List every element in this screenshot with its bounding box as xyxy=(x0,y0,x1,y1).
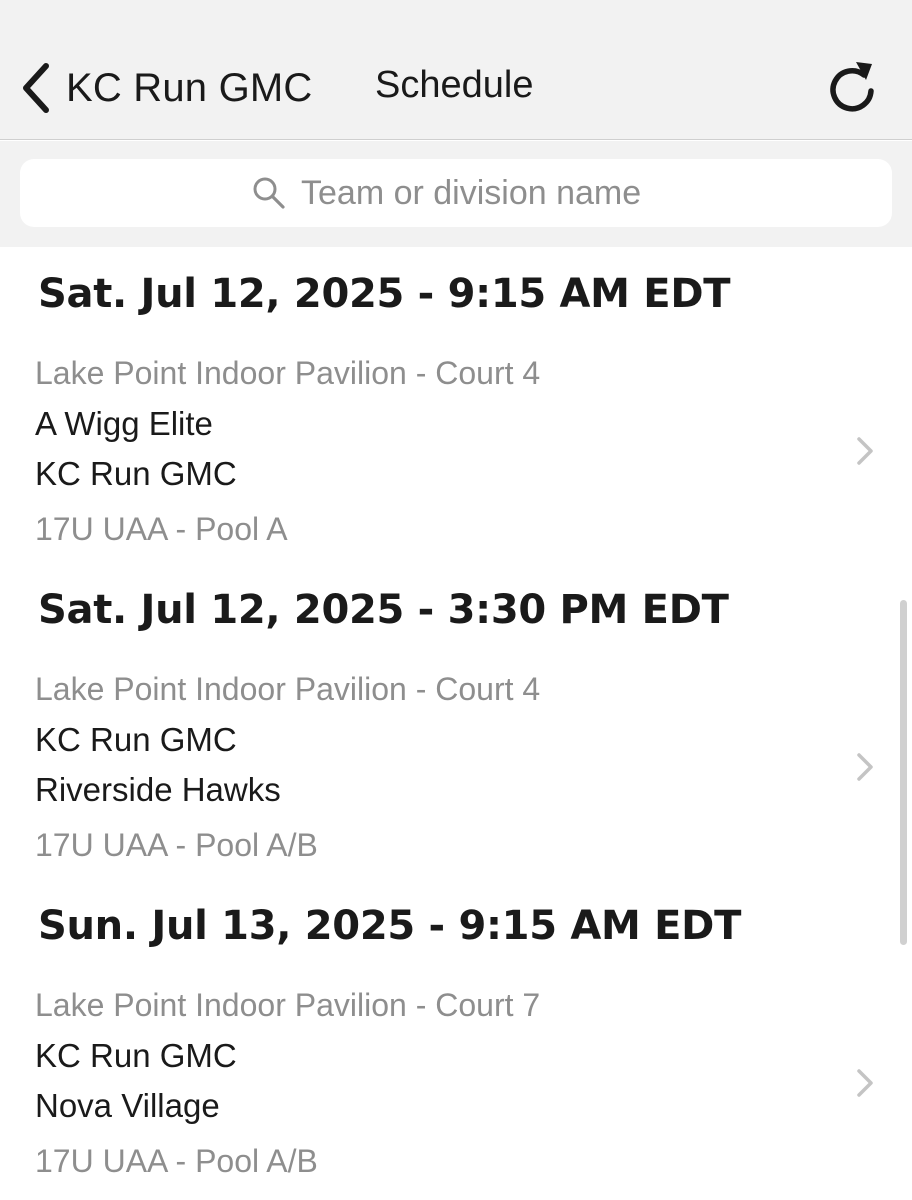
game-team-1: KC Run GMC xyxy=(35,1037,237,1074)
game-date-header: Sat. Jul 12, 2025 - 3:30 PM EDT xyxy=(38,587,729,633)
chevron-left-icon xyxy=(23,63,49,113)
refresh-icon xyxy=(830,62,874,112)
game-venue: Lake Point Indoor Pavilion - Court 7 xyxy=(35,987,541,1023)
game-division: 17U UAA - Pool A/B xyxy=(35,1143,318,1179)
search-input[interactable] xyxy=(301,173,661,213)
game-date-header: Sun. Jul 13, 2025 - 9:15 AM EDT xyxy=(38,903,742,949)
game-section: Sat. Jul 12, 2025 - 3:30 PM EDT Lake Poi… xyxy=(0,563,912,879)
chevron-right-icon xyxy=(857,753,873,781)
game-section: Sat. Jul 12, 2025 - 9:15 AM EDT Lake Poi… xyxy=(0,247,912,563)
game-team-2: Nova Village xyxy=(35,1087,220,1124)
navigation-bar: KC Run GMC Schedule xyxy=(0,0,912,140)
page-title: Schedule xyxy=(375,64,534,106)
back-button[interactable]: KC Run GMC xyxy=(18,58,313,118)
game-row[interactable]: Lake Point Indoor Pavilion - Court 4 A W… xyxy=(0,347,912,557)
game-row[interactable]: Lake Point Indoor Pavilion - Court 7 KC … xyxy=(0,979,912,1189)
search-field[interactable] xyxy=(20,159,892,227)
game-team-2: Riverside Hawks xyxy=(35,771,281,808)
scroll-indicator[interactable] xyxy=(900,600,907,945)
game-date-header: Sat. Jul 12, 2025 - 9:15 AM EDT xyxy=(38,271,731,317)
game-division: 17U UAA - Pool A xyxy=(35,511,288,547)
back-button-label: KC Run GMC xyxy=(66,65,313,110)
game-division: 17U UAA - Pool A/B xyxy=(35,827,318,863)
refresh-button[interactable] xyxy=(826,58,878,114)
chevron-right-icon xyxy=(857,437,873,465)
game-team-1: A Wigg Elite xyxy=(35,405,213,442)
game-venue: Lake Point Indoor Pavilion - Court 4 xyxy=(35,355,541,391)
game-section: Sun. Jul 13, 2025 - 9:15 AM EDT Lake Poi… xyxy=(0,879,912,1195)
search-bar-container xyxy=(0,141,912,247)
schedule-list[interactable]: Sat. Jul 12, 2025 - 9:15 AM EDT Lake Poi… xyxy=(0,247,912,1200)
game-team-2: KC Run GMC xyxy=(35,455,237,492)
chevron-right-icon xyxy=(857,1069,873,1097)
game-row[interactable]: Lake Point Indoor Pavilion - Court 4 KC … xyxy=(0,663,912,873)
game-venue: Lake Point Indoor Pavilion - Court 4 xyxy=(35,671,541,707)
search-icon xyxy=(253,177,285,209)
game-team-1: KC Run GMC xyxy=(35,721,237,758)
